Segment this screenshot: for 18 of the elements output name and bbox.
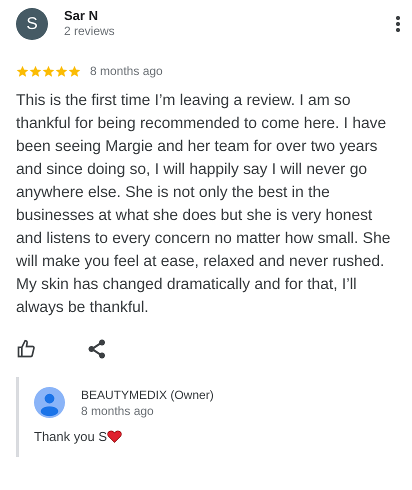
share-button[interactable]	[88, 339, 106, 359]
star-icon	[42, 64, 55, 78]
more-options-icon[interactable]	[396, 16, 400, 32]
reviewer-name[interactable]: Sar N	[64, 8, 392, 24]
owner-avatar-icon	[34, 387, 65, 418]
owner-name: BEAUTYMEDIX (Owner)	[81, 387, 214, 403]
avatar: S	[16, 8, 48, 40]
heart-icon	[107, 430, 122, 444]
review-text: This is the first time I’m leaving a review. I am so thankful for being recommended to come here. I have been seeing Margie and her team for over two years and since doing so, I will happily say I will never go anywhere else. She is not only the best in the businesses at what she does but she is very honest and listens to every concern no matter how small. She will make you feel at ease, relaxed and never rushed. My skin has changed dramatically and for that, I’ll always be thankful.	[16, 91, 392, 318]
star-icon	[55, 64, 68, 78]
reply-text: Thank you S	[34, 428, 107, 446]
review-count: 2 reviews	[64, 24, 116, 39]
like-button[interactable]	[16, 339, 36, 359]
star-icon	[16, 64, 29, 78]
review-date: 8 months ago	[90, 63, 163, 80]
star-icon	[29, 64, 42, 78]
star-icon	[68, 64, 81, 78]
reply-date: 8 months ago	[81, 403, 155, 419]
